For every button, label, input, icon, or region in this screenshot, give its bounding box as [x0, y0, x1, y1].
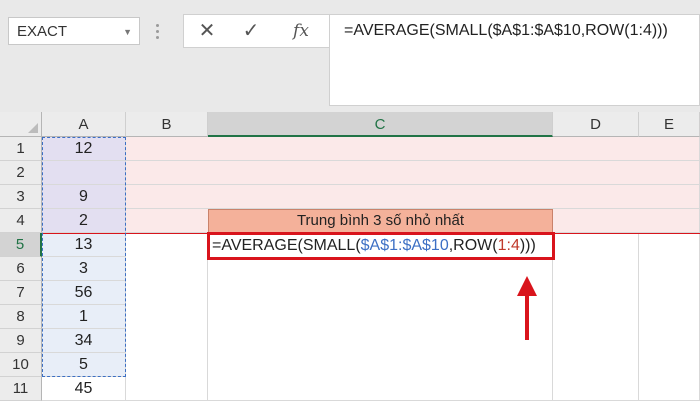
cell-a8[interactable]: 1: [42, 305, 126, 329]
chevron-down-icon[interactable]: ▼: [123, 27, 132, 37]
column-header-b[interactable]: B: [126, 112, 208, 137]
column-header-a[interactable]: A: [42, 112, 126, 137]
cell-a1[interactable]: 12: [42, 137, 126, 161]
row-header-4[interactable]: 4: [0, 209, 42, 233]
cell-a5[interactable]: 13: [42, 233, 126, 257]
row-header-2[interactable]: 2: [0, 161, 42, 185]
cell-c4-title[interactable]: Trung bình 3 số nhỏ nhất: [208, 209, 553, 233]
row-header-6[interactable]: 6: [0, 257, 42, 281]
cell-a6[interactable]: 3: [42, 257, 126, 281]
cell-a7[interactable]: 56: [42, 281, 126, 305]
row-header-8[interactable]: 8: [0, 305, 42, 329]
row-3-background: [126, 185, 700, 209]
formula-part-row: ,ROW(: [448, 237, 498, 254]
column-d-empty-cells[interactable]: [553, 233, 639, 401]
row-header-10[interactable]: 10: [0, 353, 42, 377]
column-header-c[interactable]: C: [208, 112, 553, 137]
row-header-1[interactable]: 1: [0, 137, 42, 161]
name-box-value: EXACT: [17, 23, 68, 40]
row-1-background: [126, 137, 700, 161]
enter-check-icon[interactable]: ✓: [234, 18, 268, 44]
formula-part-function: =AVERAGE(SMALL(: [212, 237, 361, 254]
row-header-7[interactable]: 7: [0, 281, 42, 305]
column-c-empty-cells[interactable]: [208, 257, 553, 401]
row-header-5[interactable]: 5: [0, 233, 42, 257]
spreadsheet-grid: A B C D E 1 2 3 4 5 6 7 8 9 10 11 12 9 2…: [0, 112, 700, 417]
formula-bar-area: EXACT ▼ ✕ ✓ fx =AVERAGE(SMALL($A$1:$A$10…: [0, 0, 700, 112]
row-header-3[interactable]: 3: [0, 185, 42, 209]
formula-tools: ✕ ✓ fx: [183, 14, 329, 48]
formula-ref-range: $A$1:$A$10: [360, 237, 449, 254]
formula-text: =AVERAGE(SMALL($A$1:$A$10,ROW(1:4))): [344, 22, 668, 39]
cell-a3[interactable]: 9: [42, 185, 126, 209]
cancel-icon[interactable]: ✕: [190, 18, 224, 44]
column-header-e[interactable]: E: [639, 112, 700, 137]
cell-a2[interactable]: [42, 161, 126, 185]
formula-ref-rows: 1:4: [497, 237, 520, 254]
resize-grip-icon[interactable]: [156, 24, 160, 42]
cell-a9[interactable]: 34: [42, 329, 126, 353]
name-box[interactable]: EXACT ▼: [8, 17, 140, 45]
formula-input[interactable]: =AVERAGE(SMALL($A$1:$A$10,ROW(1:4))): [329, 14, 700, 106]
column-e-empty-cells[interactable]: [639, 233, 700, 401]
column-b-empty-cells[interactable]: [126, 233, 208, 401]
cell-a4[interactable]: 2: [42, 209, 126, 233]
column-header-d[interactable]: D: [553, 112, 639, 137]
row-header-9[interactable]: 9: [0, 329, 42, 353]
select-all-corner[interactable]: [0, 112, 42, 137]
cell-a10[interactable]: 5: [42, 353, 126, 377]
row-header-11[interactable]: 11: [0, 377, 42, 401]
formula-part-close: ))): [519, 237, 536, 254]
row-2-background: [126, 161, 700, 185]
red-arrow-up-icon: [517, 276, 537, 340]
insert-function-icon[interactable]: fx: [284, 18, 318, 44]
cell-c5-formula[interactable]: =AVERAGE(SMALL($A$1:$A$10,ROW(1:4))): [207, 232, 555, 260]
cell-a11[interactable]: 45: [42, 377, 126, 401]
